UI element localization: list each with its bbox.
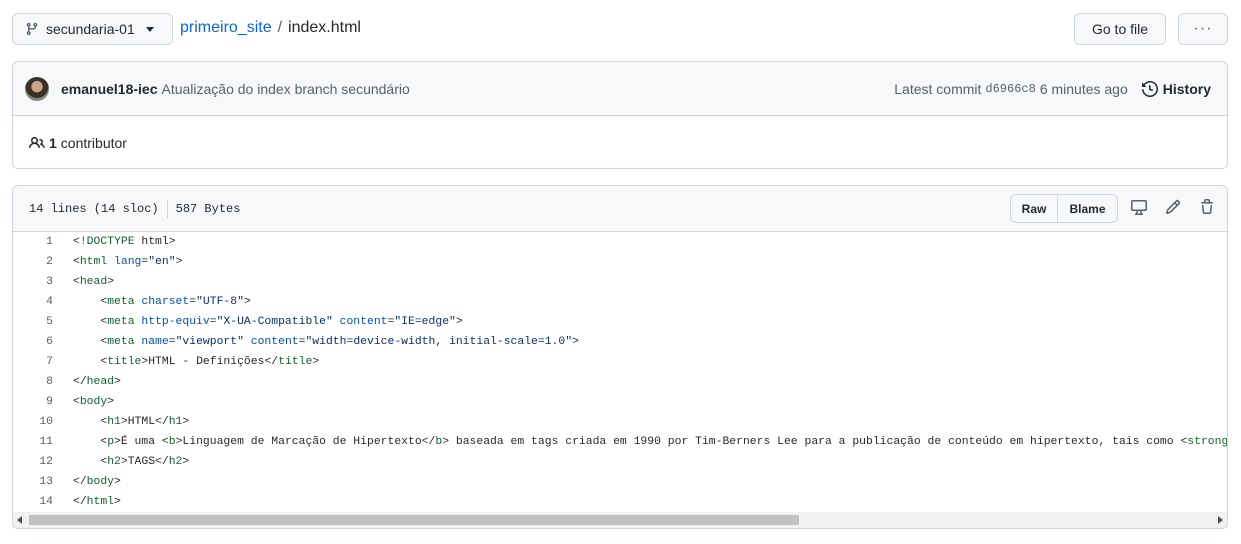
line-number[interactable]: 1 — [13, 236, 53, 248]
code-line: 8 </head> — [13, 372, 1227, 392]
line-number[interactable]: 2 — [13, 256, 53, 268]
contributor-label: contributor — [60, 134, 127, 151]
file-line-count: 14 lines (14 sloc) — [29, 201, 159, 216]
line-number[interactable]: 10 — [13, 416, 53, 428]
scroll-left-arrow-icon[interactable] — [17, 516, 22, 524]
chevron-down-icon — [145, 26, 154, 32]
code-line: 11 <p>É uma <b>Linguagem de Marcação de … — [13, 432, 1227, 452]
file-navigation: secundaria-01 primeiro_site / index.html… — [12, 13, 1228, 45]
commit-header: emanuel18-iec Atualização do index branc… — [13, 62, 1227, 116]
scrollbar-thumb[interactable] — [29, 515, 799, 525]
commit-time: 6 minutes ago — [1039, 81, 1128, 97]
breadcrumb-separator: / — [277, 19, 283, 36]
code-line: 7 <title>HTML - Definições</title> — [13, 352, 1227, 372]
avatar[interactable] — [25, 76, 49, 101]
line-content: <head> — [73, 276, 115, 288]
branch-name: secundaria-01 — [46, 21, 135, 37]
line-number[interactable]: 11 — [13, 436, 53, 448]
line-content: </head> — [73, 376, 121, 388]
contributor-count: 1 — [49, 134, 57, 151]
line-content: </html> — [73, 496, 121, 508]
trash-icon[interactable] — [1199, 199, 1215, 215]
code-line: 3 <head> — [13, 272, 1227, 292]
file-icon-actions — [1131, 199, 1215, 215]
file-header: 14 lines (14 sloc) 587 Bytes Raw Blame — [13, 186, 1227, 232]
line-number[interactable]: 7 — [13, 356, 53, 368]
file-viewer: 14 lines (14 sloc) 587 Bytes Raw Blame 1… — [12, 185, 1228, 529]
code-line: 2 <html lang="en"> — [13, 252, 1227, 272]
line-number[interactable]: 3 — [13, 276, 53, 288]
go-to-file-button[interactable]: Go to file — [1074, 13, 1166, 45]
line-content: <meta http-equiv="X-UA-Compatible" conte… — [100, 316, 463, 328]
more-options-button[interactable]: ··· — [1178, 13, 1228, 45]
history-link[interactable]: History — [1141, 81, 1211, 97]
line-content: </body> — [73, 476, 121, 488]
code-line: 10 <h1>HTML</h1> — [13, 412, 1227, 432]
blame-button[interactable]: Blame — [1058, 195, 1117, 222]
line-number[interactable]: 9 — [13, 396, 53, 408]
latest-commit-label: Latest commit — [894, 81, 982, 97]
code-line: 1 <!DOCTYPE html> — [13, 232, 1227, 252]
commit-sha-link[interactable]: d6966c8 — [985, 82, 1035, 96]
code-line: 6 <meta name="viewport" content="width=d… — [13, 332, 1227, 352]
line-number[interactable]: 5 — [13, 316, 53, 328]
line-content: <title>HTML - Definições</title> — [100, 356, 320, 368]
git-branch-icon — [26, 22, 38, 36]
history-icon — [1141, 81, 1158, 97]
breadcrumb: primeiro_site / index.html — [180, 19, 361, 37]
line-content: <meta name="viewport" content="width=dev… — [100, 336, 579, 348]
commit-author-link[interactable]: emanuel18-iec — [61, 81, 158, 97]
code-line: 4 <meta charset="UTF-8"> — [13, 292, 1227, 312]
kebab-horizontal-icon: ··· — [1193, 20, 1213, 37]
latest-commit-box: emanuel18-iec Atualização do index branc… — [12, 61, 1228, 169]
line-number[interactable]: 12 — [13, 456, 53, 468]
desktop-icon[interactable] — [1131, 199, 1147, 215]
divider — [166, 199, 168, 218]
people-icon — [29, 136, 45, 148]
code-view: 1 <!DOCTYPE html> 2 <html lang="en"> 3 <head>… — [13, 232, 1227, 512]
line-number[interactable]: 4 — [13, 296, 53, 308]
history-label: History — [1162, 81, 1211, 97]
code-line: 9 <body> — [13, 392, 1227, 412]
breadcrumb-file-name: index.html — [288, 19, 361, 36]
code-line: 5 <meta http-equiv="X-UA-Compatible" con… — [13, 312, 1227, 332]
code-line: 13 </body> — [13, 472, 1227, 492]
line-content: <p>É uma <b>Linguagem de Marcação de Hip… — [100, 436, 1227, 448]
line-number[interactable]: 13 — [13, 476, 53, 488]
line-number[interactable]: 14 — [13, 496, 53, 508]
raw-button[interactable]: Raw — [1011, 195, 1058, 222]
pencil-icon[interactable] — [1165, 199, 1181, 215]
file-info: 14 lines (14 sloc) 587 Bytes — [29, 199, 241, 218]
line-content: <meta charset="UTF-8"> — [100, 296, 251, 308]
line-number[interactable]: 8 — [13, 376, 53, 388]
file-actions-group: Raw Blame — [1010, 194, 1118, 223]
line-content: <h1>HTML</h1> — [100, 416, 190, 428]
code-line: 14 </html> — [13, 492, 1227, 512]
code-line: 12 <h2>TAGS</h2> — [13, 452, 1227, 472]
line-content: <h2>TAGS</h2> — [100, 456, 190, 468]
line-number[interactable]: 6 — [13, 336, 53, 348]
scroll-right-arrow-icon[interactable] — [1218, 516, 1223, 524]
branch-selector-button[interactable]: secundaria-01 — [12, 13, 173, 45]
line-content: <body> — [73, 396, 115, 408]
line-content: <!DOCTYPE html> — [73, 236, 176, 248]
horizontal-scrollbar[interactable] — [13, 512, 1227, 528]
commit-meta: Latest commit d6966c8 6 minutes ago Hist… — [894, 62, 1211, 116]
contributors-row[interactable]: 1 contributor — [13, 116, 1227, 168]
line-content: <html lang="en"> — [73, 256, 183, 268]
file-size: 587 Bytes — [175, 201, 241, 216]
breadcrumb-repo-link[interactable]: primeiro_site — [180, 19, 272, 37]
commit-message-link[interactable]: Atualização do index branch secundário — [162, 81, 410, 97]
